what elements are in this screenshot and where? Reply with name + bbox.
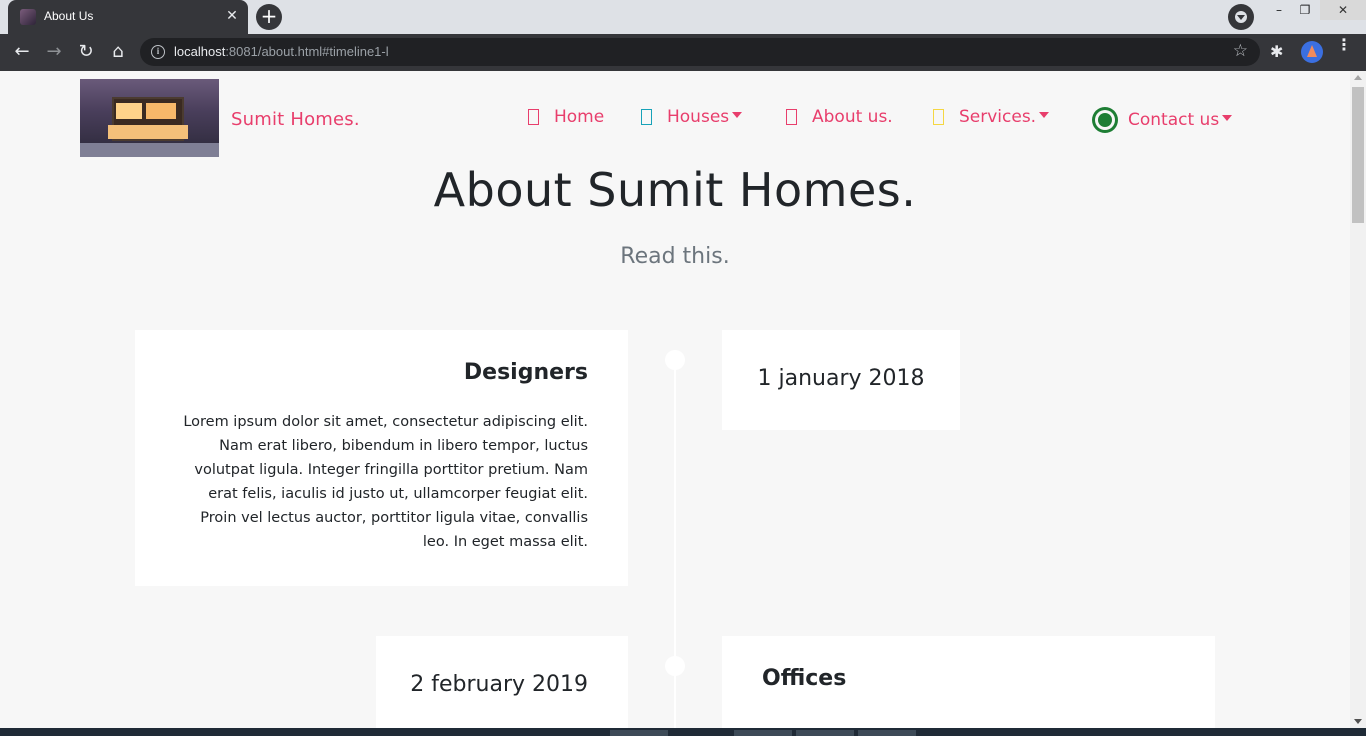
profile-avatar[interactable] (1301, 41, 1323, 63)
taskbar-app[interactable] (610, 730, 668, 736)
favicon-icon (20, 9, 36, 25)
timeline-card-designers: Designers Lorem ipsum dolor sit amet, co… (135, 330, 628, 586)
extensions-puzzle-icon[interactable]: ✱ (1270, 42, 1283, 61)
taskbar-app[interactable] (734, 730, 792, 736)
home-nav-icon (528, 109, 539, 125)
site-brand[interactable]: Sumit Homes. (231, 109, 360, 130)
nav-services[interactable]: Services. (933, 107, 1050, 127)
os-taskbar (0, 728, 1366, 736)
bookmark-star-icon[interactable]: ☆ (1233, 41, 1248, 61)
nav-services-label: Services. (959, 107, 1037, 127)
forward-arrow-icon[interactable]: → (42, 40, 66, 64)
back-arrow-icon[interactable]: ← (10, 40, 34, 64)
timeline-date-card: 2 february 2019 (376, 636, 628, 728)
services-nav-icon (933, 109, 944, 125)
info-icon[interactable]: i (151, 45, 165, 59)
scroll-down-arrow-icon[interactable] (1354, 719, 1362, 724)
browser-menu-icon[interactable]: ⋮ (1336, 37, 1352, 53)
scroll-thumb[interactable] (1352, 87, 1364, 223)
scroll-up-arrow-icon[interactable] (1354, 75, 1362, 80)
nav-houses-label: Houses (667, 107, 730, 127)
browser-tab[interactable]: About Us ✕ (8, 0, 248, 34)
browser-toolbar: ← → ↻ ⌂ i localhost:8081/about.html#time… (0, 34, 1366, 71)
timeline-dot (665, 656, 685, 676)
whatsapp-icon (1092, 107, 1118, 133)
timeline-card-offices: Offices (722, 636, 1215, 728)
site-logo-image[interactable] (80, 79, 219, 157)
browser-titlebar: About Us ✕ + – ❐ ✕ (0, 0, 1366, 34)
tab-title: About Us (44, 9, 94, 23)
page-title: About Sumit Homes. (433, 163, 917, 217)
url-path: :8081/about.html#timeline1-l (225, 44, 389, 59)
url-text[interactable]: localhost:8081/about.html#timeline1-l (174, 44, 389, 59)
timeline-heading: Designers (463, 360, 588, 385)
nav-contact-label: Contact us (1128, 110, 1220, 130)
nav-about-label: About us. (812, 107, 893, 127)
nav-home-label: Home (554, 107, 605, 127)
caret-down-icon (1222, 115, 1233, 121)
timeline-text: Lorem ipsum dolor sit amet, consectetur … (183, 414, 588, 550)
tab-close-icon[interactable]: ✕ (224, 8, 240, 24)
timeline-dot (665, 350, 685, 370)
about-nav-icon (786, 109, 797, 125)
nav-home[interactable]: Home (528, 107, 604, 127)
nav-contact[interactable]: Contact us (1092, 107, 1233, 133)
nav-about[interactable]: About us. (786, 107, 893, 127)
timeline-date: 2 february 2019 (410, 672, 588, 697)
home-icon[interactable]: ⌂ (106, 40, 130, 64)
houses-nav-icon (641, 109, 652, 125)
new-tab-button[interactable]: + (256, 4, 282, 30)
timeline-date-card: 1 january 2018 (722, 330, 960, 430)
nav-houses[interactable]: Houses (641, 107, 743, 127)
page-scrollbar[interactable] (1350, 71, 1366, 728)
url-host: localhost (174, 44, 226, 59)
timeline-date: 1 january 2018 (757, 366, 925, 391)
close-window-button[interactable]: ✕ (1320, 0, 1366, 20)
taskbar-app[interactable] (858, 730, 916, 736)
page-viewport: Sumit Homes. Home Houses About us. Servi… (0, 71, 1350, 728)
page-subtitle: Read this. (620, 244, 730, 269)
reload-icon[interactable]: ↻ (74, 40, 98, 64)
caret-down-icon (1039, 112, 1050, 118)
taskbar-app[interactable] (796, 730, 854, 736)
timeline-heading: Offices (762, 666, 847, 691)
tab-search-icon[interactable] (1228, 4, 1254, 30)
address-bar[interactable]: i localhost:8081/about.html#timeline1-l … (140, 38, 1260, 66)
caret-down-icon (732, 112, 743, 118)
